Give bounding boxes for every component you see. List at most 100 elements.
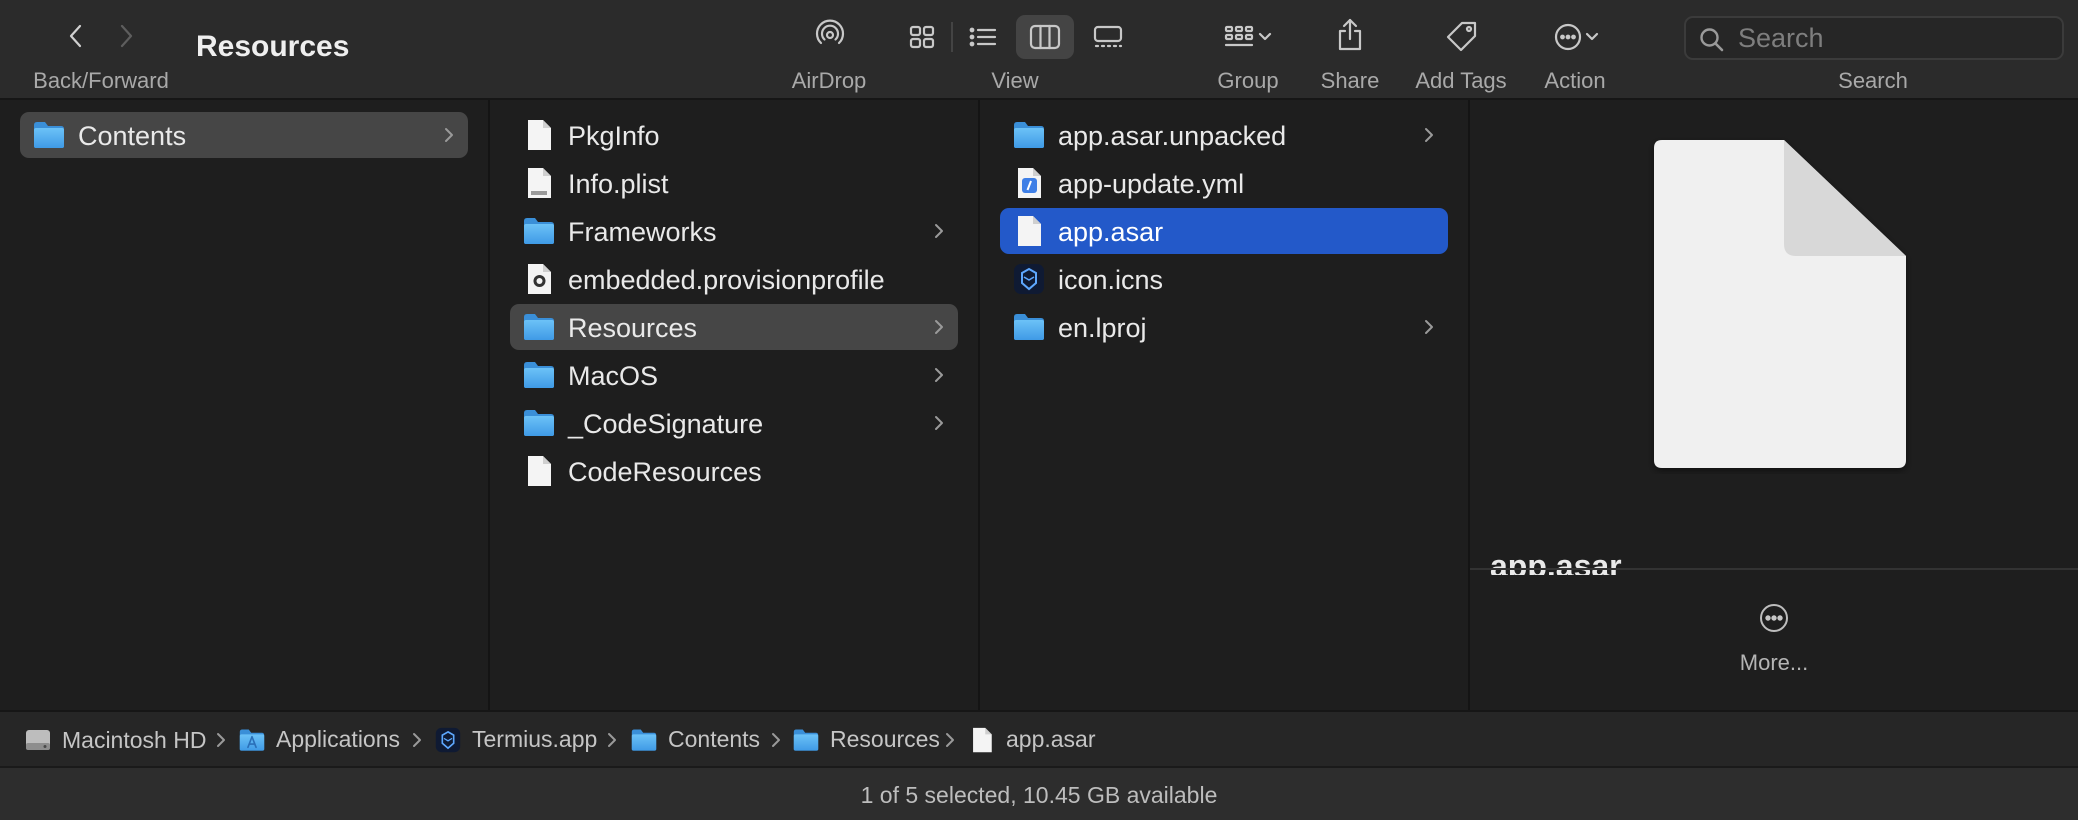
termius-icon — [434, 727, 462, 753]
chevron-right-icon — [444, 127, 454, 143]
file-name: PkgInfo — [568, 121, 660, 151]
file-name: app.asar.unpacked — [1058, 121, 1287, 151]
gallery-icon — [1093, 25, 1123, 48]
file-row-info-plist[interactable]: Info.plist — [510, 160, 958, 206]
search-label: Search — [1838, 68, 1908, 93]
path-item-termius-app[interactable]: Termius.app — [434, 726, 597, 753]
group-label: Group — [1217, 68, 1279, 93]
share-icon — [1338, 18, 1362, 51]
document-icon — [968, 727, 996, 753]
file-row-icon-icns[interactable]: icon.icns — [1000, 256, 1448, 302]
file-name: CodeResources — [568, 457, 762, 487]
folder-icon — [1012, 311, 1046, 343]
document-icon — [1012, 215, 1046, 247]
chevron-right-icon — [934, 415, 944, 431]
path-item-app-asar[interactable]: app.asar — [968, 726, 1096, 753]
share-button[interactable] — [1328, 12, 1372, 58]
icon-grid-icon — [909, 25, 935, 49]
group-icon — [1224, 25, 1254, 47]
chevron-right-icon — [1424, 319, 1434, 335]
action-button[interactable] — [1544, 16, 1608, 58]
termius-icon — [1012, 263, 1046, 295]
path-item-contents[interactable]: Contents — [630, 726, 760, 753]
file-name: Frameworks — [568, 217, 717, 247]
file-row-app-update-yml[interactable]: app-update.yml — [1000, 160, 1448, 206]
view-list-button[interactable] — [960, 16, 1006, 58]
chevron-right-icon — [771, 732, 781, 748]
file-row-resources[interactable]: Resources — [510, 304, 958, 350]
search-field[interactable] — [1684, 16, 2064, 60]
file-row-app-asar[interactable]: app.asar — [1000, 208, 1448, 254]
folder-icon — [792, 727, 820, 753]
applications-folder-icon — [238, 727, 266, 753]
file-name: Info.plist — [568, 169, 669, 199]
more-label[interactable]: More... — [1740, 650, 1808, 676]
preview-separator — [1470, 568, 2078, 570]
add-tags-button[interactable] — [1440, 14, 1484, 58]
path-item-label: Resources — [830, 726, 940, 752]
file-row-embedded-provisionprofile[interactable]: embedded.provisionprofile — [510, 256, 958, 302]
ellipsis-circle-icon — [1554, 23, 1582, 51]
file-row-frameworks[interactable]: Frameworks — [510, 208, 958, 254]
group-button[interactable] — [1214, 16, 1282, 58]
folder-icon — [522, 407, 556, 439]
path-item-label: Applications — [276, 726, 401, 752]
folder-icon — [630, 727, 658, 753]
toolbar: Back/Forward Resources AirDrop View Grou… — [0, 0, 2078, 100]
column-1: Contents — [0, 100, 488, 710]
path-item-applications[interactable]: Applications — [238, 726, 400, 753]
tag-icon — [1446, 21, 1477, 52]
document-icon — [522, 455, 556, 487]
file-row-macos[interactable]: MacOS — [510, 352, 958, 398]
chevron-right-icon — [216, 732, 226, 748]
path-item-resources[interactable]: Resources — [792, 726, 940, 753]
file-row-app-asar-unpacked[interactable]: app.asar.unpacked — [1000, 112, 1448, 158]
view-gallery-button[interactable] — [1084, 16, 1132, 58]
view-separator — [951, 22, 953, 52]
column-3: app.asar.unpacked app-update.yml app.asa… — [980, 100, 1468, 710]
plist-icon — [522, 167, 556, 199]
airdrop-button[interactable] — [808, 14, 852, 58]
path-item-label: Contents — [668, 726, 761, 752]
file-name: en.lproj — [1058, 313, 1147, 343]
search-input[interactable] — [1738, 22, 2048, 54]
chevron-down-icon — [1585, 32, 1599, 41]
path-item-macintosh-hd[interactable]: Macintosh HD — [24, 726, 206, 754]
hard-drive-icon — [24, 726, 52, 754]
file-row-coderesources[interactable]: CodeResources — [510, 448, 958, 494]
back-button[interactable] — [56, 16, 96, 56]
back-forward-label: Back/Forward — [33, 68, 169, 93]
file-row-pkginfo[interactable]: PkgInfo — [510, 112, 958, 158]
folder-icon — [522, 311, 556, 343]
path-bar: Macintosh HD Applications Termius.app Co… — [0, 710, 2078, 766]
chevron-right-icon — [1424, 127, 1434, 143]
status-text: 1 of 5 selected, 10.45 GB available — [860, 782, 1218, 808]
view-columns-button[interactable] — [1016, 15, 1074, 59]
airdrop-icon — [815, 19, 845, 45]
file-name: embedded.provisionprofile — [568, 265, 885, 295]
document-preview-icon[interactable] — [1648, 136, 1912, 474]
provisionprofile-icon — [522, 263, 556, 295]
preview-pane: app.asar More... — [1470, 100, 2078, 710]
folder-icon — [1012, 119, 1046, 151]
file-name: app-update.yml — [1058, 169, 1245, 199]
view-icons-button[interactable] — [900, 16, 944, 58]
window-title: Resources — [196, 30, 350, 63]
file-name: Resources — [568, 313, 698, 343]
file-row-codesignature[interactable]: _CodeSignature — [510, 400, 958, 446]
add-tags-label: Add Tags — [1415, 68, 1507, 93]
more-button[interactable] — [1754, 598, 1794, 638]
airdrop-label: AirDrop — [791, 68, 867, 93]
file-name: Contents — [78, 121, 187, 151]
chevron-right-icon — [412, 732, 422, 748]
chevron-left-icon — [69, 24, 82, 48]
file-row-contents[interactable]: Contents — [20, 112, 468, 158]
forward-button[interactable] — [106, 16, 146, 56]
chevron-right-icon — [607, 732, 617, 748]
file-row-en-lproj[interactable]: en.lproj — [1000, 304, 1448, 350]
chevron-right-icon — [934, 223, 944, 239]
file-name: app.asar — [1058, 217, 1164, 247]
file-name: icon.icns — [1058, 265, 1164, 295]
path-item-label: Macintosh HD — [62, 726, 207, 753]
status-bar: 1 of 5 selected, 10.45 GB available — [0, 766, 2078, 820]
